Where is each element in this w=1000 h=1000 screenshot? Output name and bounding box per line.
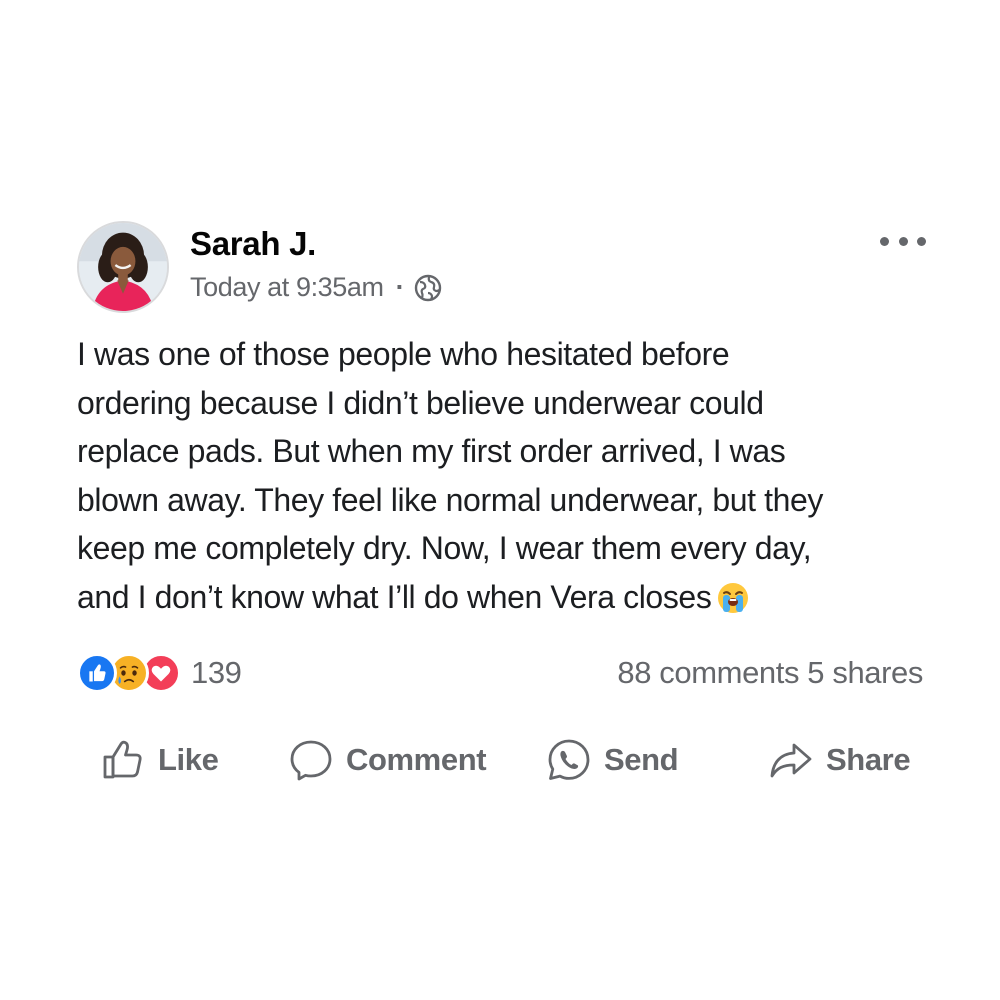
post-body-line: I was one of those people who hesitated … bbox=[77, 336, 730, 372]
post-meta: Today at 9:35am · bbox=[190, 272, 442, 303]
profile-photo bbox=[79, 223, 167, 311]
post-body-line: keep me completely dry. Now, I wear them… bbox=[77, 530, 812, 567]
comment-button[interactable]: Comment bbox=[288, 730, 487, 790]
send-button[interactable]: Send bbox=[546, 730, 679, 790]
comment-label: Comment bbox=[346, 742, 487, 777]
more-dot-icon bbox=[880, 236, 889, 246]
share-label: Share bbox=[826, 742, 911, 777]
avatar[interactable] bbox=[77, 221, 169, 313]
whatsapp-icon bbox=[548, 739, 590, 780]
globe-icon[interactable] bbox=[414, 274, 442, 302]
loudly-crying-face-emoji bbox=[717, 579, 749, 613]
engagement-counts: 88 comments 5 shares bbox=[617, 655, 923, 691]
post-timestamp[interactable]: Today at 9:35am bbox=[190, 272, 384, 303]
post-body-line: replace pads. But when my first order ar… bbox=[77, 433, 786, 470]
share-button[interactable]: Share bbox=[768, 730, 911, 790]
post-body-text: I was one of those people who hesitated … bbox=[77, 330, 957, 622]
more-options-button[interactable] bbox=[880, 228, 926, 254]
like-reaction-icon bbox=[77, 653, 117, 693]
more-dot-icon bbox=[917, 236, 926, 246]
comments-count-link[interactable]: 88 comments bbox=[617, 655, 799, 690]
reactions-summary[interactable]: 139 bbox=[77, 652, 242, 694]
post-body-line: and I don’t know what I’ll do when Vera … bbox=[77, 578, 712, 615]
post-body-line-last: and I don’t know what I’ll do when Vera … bbox=[77, 573, 957, 622]
send-label: Send bbox=[604, 742, 679, 777]
post-body-line: blown away. They feel like normal underw… bbox=[77, 481, 824, 518]
reaction-count: 139 bbox=[191, 655, 242, 690]
author-name[interactable]: Sarah J. bbox=[190, 225, 316, 263]
post-body-line: ordering because I didn’t believe underw… bbox=[77, 384, 764, 421]
action-bar: Like Comment Send Share bbox=[0, 730, 1000, 790]
social-post-card: Sarah J. Today at 9:35am · I was one of … bbox=[0, 0, 1000, 1000]
comment-bubble-icon bbox=[290, 740, 332, 781]
more-dot-icon bbox=[898, 236, 908, 246]
like-button[interactable]: Like bbox=[100, 730, 219, 790]
thumbs-up-icon bbox=[103, 740, 142, 779]
meta-separator: · bbox=[395, 272, 405, 302]
like-label: Like bbox=[158, 742, 219, 777]
share-arrow-icon bbox=[770, 743, 812, 778]
shares-count-link[interactable]: 5 shares bbox=[807, 655, 923, 690]
